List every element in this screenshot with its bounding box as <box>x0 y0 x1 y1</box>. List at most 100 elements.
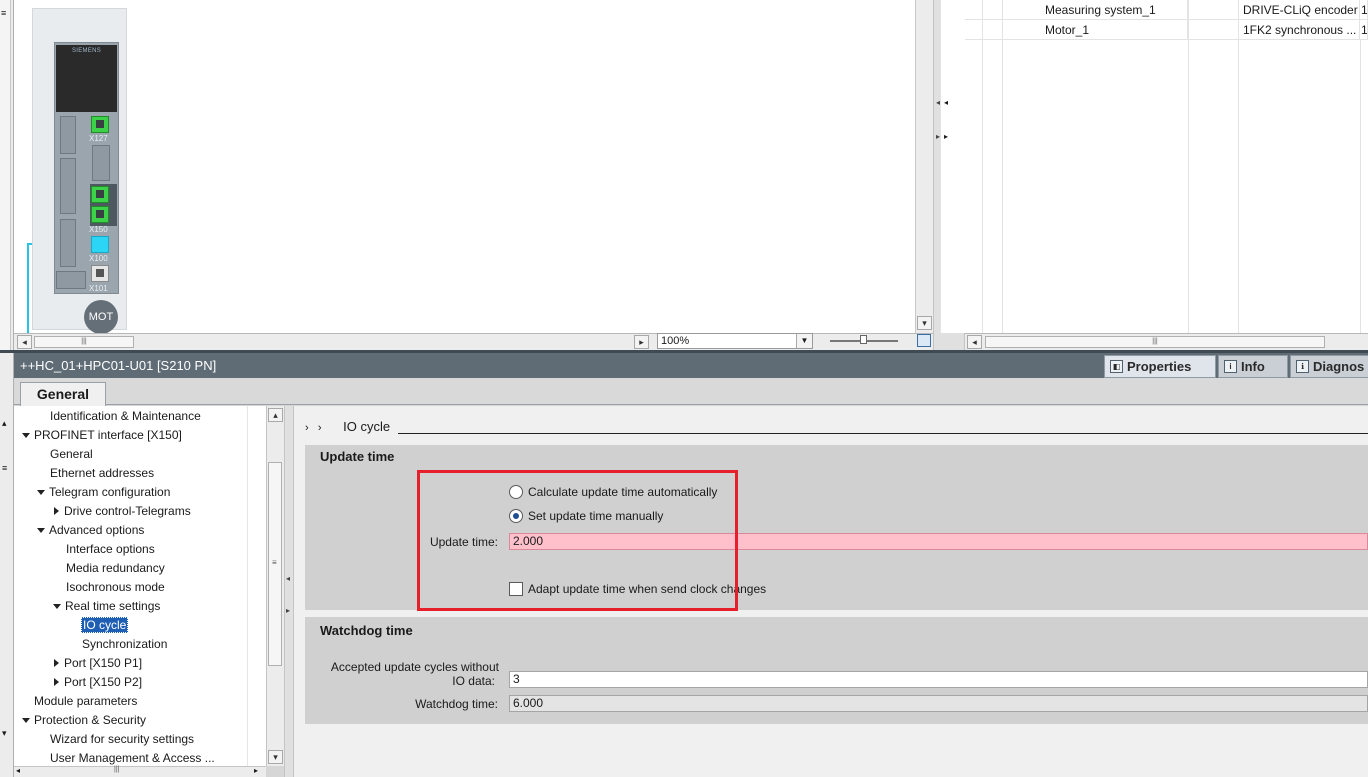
nav-item-port-x150-p1[interactable]: Port [X150 P1] <box>54 654 142 673</box>
expand-down-icon[interactable] <box>22 433 30 438</box>
chevron-down-icon[interactable]: ▼ <box>796 334 812 348</box>
expand-right-icon[interactable] <box>54 659 59 667</box>
nav-item-advanced-options[interactable]: Advanced options <box>37 521 144 540</box>
nav-item-wizard-security[interactable]: Wizard for security settings <box>50 730 194 749</box>
motor-symbol[interactable]: MOT <box>84 300 118 334</box>
port-x127-icon[interactable] <box>91 116 109 133</box>
nav-item-profinet-interface[interactable]: PROFINET interface [X150] <box>22 426 182 445</box>
nav-splitter[interactable]: ◂ ▸ <box>284 406 294 777</box>
section-title-update-time: Update time <box>320 449 395 464</box>
nav-item-general[interactable]: General <box>50 445 93 464</box>
navigation-tree: Identification & Maintenance PROFINET in… <box>14 406 269 766</box>
scroll-up-icon[interactable]: ▴ <box>268 408 283 422</box>
nav-item-port-x150-p2[interactable]: Port [X150 P2] <box>54 673 142 692</box>
nav-item-synchronization[interactable]: Synchronization <box>82 635 167 654</box>
menu-icon[interactable]: ≡ <box>2 463 7 473</box>
expand-right-icon[interactable] <box>54 678 59 686</box>
nav-item-telegram-configuration[interactable]: Telegram configuration <box>37 483 170 502</box>
nav-item-media-redundancy[interactable]: Media redundancy <box>66 559 165 578</box>
tab-properties[interactable]: ◧ Properties <box>1104 355 1216 378</box>
expand-down-icon[interactable] <box>37 528 45 533</box>
expand-right-icon[interactable] <box>54 507 59 515</box>
collapse-left-icon[interactable]: ◂ <box>286 574 290 583</box>
collapse-right-icon[interactable]: ▸ <box>944 132 952 141</box>
nav-item-identification[interactable]: Identification & Maintenance <box>50 407 201 426</box>
menu-icon[interactable]: ≡ <box>1 8 6 18</box>
collapse-right-icon[interactable]: ▸ <box>286 606 290 615</box>
scroll-right-icon[interactable]: ▸ <box>634 335 649 349</box>
fit-view-icon[interactable] <box>917 334 931 347</box>
tab-info[interactable]: i Info <box>1218 355 1288 378</box>
port-label-x127: X127 <box>89 134 108 143</box>
device-slot <box>92 145 110 181</box>
left-edge-panel: ≡ <box>0 0 14 350</box>
expand-down-icon[interactable] <box>37 490 45 495</box>
scroll-left-icon[interactable]: ◂ <box>967 335 982 349</box>
tab-general[interactable]: General <box>20 382 106 406</box>
nav-item-protection-security[interactable]: Protection & Security <box>22 711 146 730</box>
nav-item-real-time-settings[interactable]: Real time settings <box>53 597 160 616</box>
scroll-left-icon[interactable]: ◂ <box>16 766 20 775</box>
zoom-dropdown[interactable]: 100% <box>657 333 813 349</box>
table-cell-name: Motor_1 <box>1003 20 1188 40</box>
diagnostics-icon: ℹ <box>1296 360 1309 373</box>
collapse-left-icon[interactable]: ◂ <box>944 98 952 107</box>
left-edge-scrollbar[interactable] <box>0 0 11 350</box>
highlight-annotation-box <box>417 470 738 611</box>
device-view-canvas[interactable] <box>14 0 917 333</box>
port-label-x100: X100 <box>89 254 108 263</box>
table-cell-extra: 1 <box>1360 0 1368 20</box>
nav-item-isochronous-mode[interactable]: Isochronous mode <box>66 578 165 597</box>
canvas-hscroll-thumb[interactable]: ||| <box>34 336 134 348</box>
scroll-down-icon[interactable]: ▾ <box>917 316 932 330</box>
nav-scroll-thumb[interactable]: ≡ <box>268 462 282 666</box>
nav-item-drive-control-telegrams[interactable]: Drive control-Telegrams <box>54 502 191 521</box>
canvas-vertical-scrollbar[interactable]: ▾ <box>915 0 933 333</box>
accepted-cycles-input[interactable]: 3 <box>509 671 1368 688</box>
left-edge-panel-bottom: ▴ ≡ ▾ <box>0 353 14 777</box>
table-hscroll-thumb[interactable]: ||| <box>985 336 1325 348</box>
expand-down-icon[interactable] <box>22 718 30 723</box>
scroll-right-icon[interactable]: ▸ <box>254 766 258 775</box>
zoom-slider-thumb[interactable] <box>860 335 867 344</box>
table-row[interactable]: Measuring system_1 DRIVE-CLiQ encoder 1 <box>965 0 1368 20</box>
breadcrumb-chevron-icon: › › <box>305 422 322 434</box>
nav-item-module-parameters[interactable]: Module parameters <box>34 692 137 711</box>
table-horizontal-scrollbar[interactable]: ◂ ||| <box>965 333 1368 350</box>
device-display <box>56 45 117 112</box>
port-x100-icon[interactable] <box>91 236 109 253</box>
tab-diagnostics[interactable]: ℹ Diagnos <box>1290 355 1368 378</box>
nav-item-io-cycle[interactable]: IO cycle <box>81 616 129 635</box>
device-slot <box>60 219 76 267</box>
nav-item-ethernet-addresses[interactable]: Ethernet addresses <box>50 464 154 483</box>
nav-horizontal-scrollbar[interactable]: ◂ ||| ▸ <box>14 766 266 777</box>
watchdog-time-field: 6.000 <box>509 695 1368 712</box>
device-logo: SIEMENS <box>71 48 102 54</box>
info-icon: i <box>1224 360 1237 373</box>
watchdog-time-label: Watchdog time: <box>415 697 498 711</box>
expand-down-icon[interactable] <box>53 604 61 609</box>
device-slot <box>60 158 76 214</box>
general-tab-strip <box>14 378 1368 405</box>
table-row-header: ◂ ▸ <box>940 0 965 333</box>
port-x150-p1-icon[interactable] <box>91 186 109 203</box>
breadcrumb-current: IO cycle <box>343 419 391 434</box>
accepted-cycles-label-line2: IO data: <box>452 674 495 688</box>
breadcrumb: › › IO cycle <box>305 419 390 434</box>
device-title: ++HC_01+HPC01-U01 [S210 PN] <box>20 358 217 373</box>
table-cell-type: 1FK2 synchronous ... <box>1239 20 1360 40</box>
nav-item-interface-options[interactable]: Interface options <box>66 540 155 559</box>
port-x150-p2-icon[interactable] <box>91 206 109 223</box>
table-row[interactable]: Motor_1 1FK2 synchronous ... 1 <box>965 20 1368 40</box>
port-label-x150: X150 <box>89 225 108 234</box>
device-slot <box>60 116 76 154</box>
scroll-down-icon[interactable]: ▾ <box>2 728 7 739</box>
breadcrumb-divider <box>398 433 1368 434</box>
properties-icon: ◧ <box>1110 360 1123 373</box>
table-cell-extra: 1 <box>1360 20 1368 40</box>
scroll-left-icon[interactable]: ◂ <box>17 335 32 349</box>
scroll-up-icon[interactable]: ▴ <box>2 418 7 429</box>
section-title-watchdog: Watchdog time <box>320 623 413 638</box>
scroll-down-icon[interactable]: ▾ <box>268 750 283 764</box>
port-x101-icon[interactable] <box>91 265 109 282</box>
